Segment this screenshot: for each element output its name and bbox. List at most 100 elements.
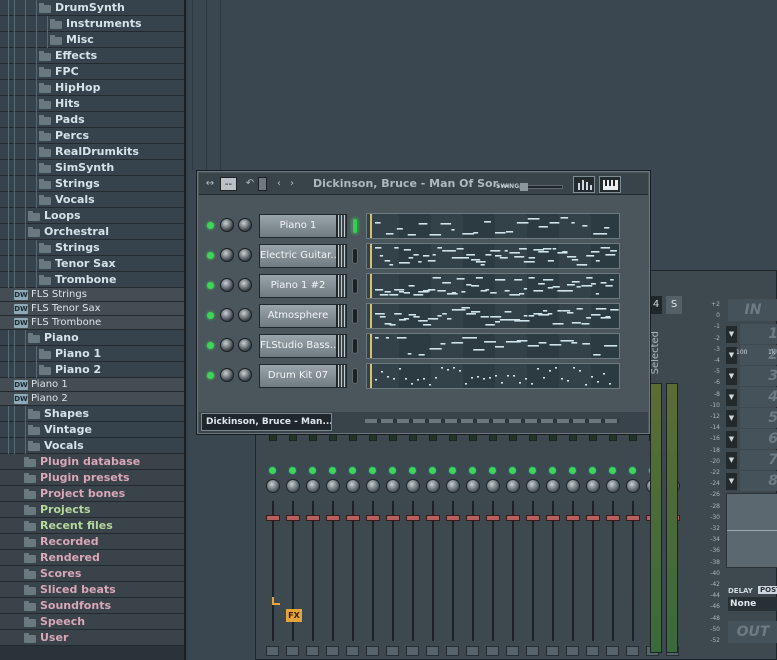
strip-volume-fader[interactable]: [526, 515, 540, 521]
save-icon[interactable]: [426, 646, 439, 656]
strip-enable-led[interactable]: [429, 467, 436, 474]
strip-volume-fader[interactable]: [566, 515, 580, 521]
channel-window-titlebar[interactable]: ↔ -- ↶ ‹ › Dickinson, Bruce - Man Of Sor…: [199, 173, 648, 195]
channel-mute-led[interactable]: [207, 342, 214, 349]
browser-item[interactable]: DW FLS Tenor Sax: [0, 302, 184, 316]
post-button[interactable]: POST: [758, 586, 777, 594]
strip-enable-led[interactable]: [329, 467, 336, 474]
strip-volume-fader[interactable]: [286, 515, 300, 521]
strip-pan-knob[interactable]: [506, 479, 520, 493]
channel-mute-led[interactable]: [207, 222, 214, 229]
browser-item[interactable]: Project bones: [0, 486, 184, 502]
strip-volume-fader[interactable]: [386, 515, 400, 521]
channel-grip[interactable]: [337, 244, 347, 268]
strip-pan-knob[interactable]: [306, 479, 320, 493]
channel-name-button[interactable]: Piano 1 #2: [259, 274, 337, 298]
save-icon[interactable]: [526, 646, 539, 656]
browser-item[interactable]: Pads: [0, 111, 184, 128]
strip-pan-knob[interactable]: [526, 479, 540, 493]
browser-item[interactable]: RealDrumkits: [0, 143, 184, 160]
chevron-down-icon[interactable]: ▼: [726, 326, 737, 343]
channel-pan-knob[interactable]: [220, 368, 234, 382]
eq-graph[interactable]: [726, 493, 777, 568]
channel-name-button[interactable]: Piano 1: [259, 214, 337, 238]
chevron-down-icon[interactable]: ▼: [726, 410, 737, 427]
channel-name-button[interactable]: Drum Kit 07: [259, 364, 337, 388]
channel-grip[interactable]: [337, 274, 347, 298]
strip-pan-knob[interactable]: [346, 479, 360, 493]
strip-enable-led[interactable]: [389, 467, 396, 474]
browser-item[interactable]: Piano 1: [0, 345, 184, 362]
channel-select-indicator[interactable]: [352, 218, 358, 234]
chevron-down-icon[interactable]: ▼: [726, 452, 737, 469]
channel-volume-knob[interactable]: [238, 218, 252, 232]
graph-editor-button[interactable]: [573, 176, 595, 193]
strip-pan-knob[interactable]: [626, 479, 640, 493]
mixer-solo-button[interactable]: S: [666, 296, 682, 314]
strip-volume-fader[interactable]: [306, 515, 320, 521]
insert-slot[interactable]: ▼1: [726, 324, 777, 344]
save-icon[interactable]: [606, 646, 619, 656]
piano-roll-preview[interactable]: [366, 243, 620, 269]
fx-tag[interactable]: FX: [286, 609, 302, 622]
strip-enable-led[interactable]: [549, 467, 556, 474]
save-icon[interactable]: [446, 646, 459, 656]
save-icon[interactable]: [386, 646, 399, 656]
strip-enable-led[interactable]: [569, 467, 576, 474]
strip-enable-led[interactable]: [409, 467, 416, 474]
browser-item[interactable]: Effects: [0, 47, 184, 64]
swing-slider[interactable]: [519, 183, 563, 191]
strip-volume-fader[interactable]: [346, 515, 360, 521]
browser-item[interactable]: User: [0, 630, 184, 646]
strip-enable-led[interactable]: [589, 467, 596, 474]
strip-pan-knob[interactable]: [566, 479, 580, 493]
strip-volume-fader[interactable]: [466, 515, 480, 521]
pattern-tab[interactable]: Dickinson, Bruce - Man...: [201, 413, 332, 431]
strip-enable-led[interactable]: [269, 467, 276, 474]
browser-item[interactable]: Scores: [0, 566, 184, 582]
browser-item[interactable]: Orchestral: [0, 223, 184, 240]
channel-volume-knob[interactable]: [238, 338, 252, 352]
strip-pan-knob[interactable]: [466, 479, 480, 493]
strip-enable-led[interactable]: [309, 467, 316, 474]
browser-item[interactable]: Vocals: [0, 437, 184, 454]
channel-name-button[interactable]: FLStudio Bass...: [259, 334, 337, 358]
browser-item[interactable]: Trombone: [0, 271, 184, 288]
browser-item[interactable]: Vintage: [0, 421, 184, 438]
strip-volume-fader[interactable]: [326, 515, 340, 521]
delay-select[interactable]: None: [728, 597, 777, 611]
browser-item[interactable]: Strings: [0, 239, 184, 256]
undo-icon[interactable]: ↶: [244, 177, 256, 191]
save-icon[interactable]: [266, 646, 279, 656]
minimize-button[interactable]: --: [220, 177, 237, 191]
strip-enable-led[interactable]: [629, 467, 636, 474]
browser-item[interactable]: Rendered: [0, 550, 184, 566]
strip-volume-fader[interactable]: [446, 515, 460, 521]
browser-item[interactable]: HipHop: [0, 79, 184, 96]
strip-enable-led[interactable]: [349, 467, 356, 474]
channel-volume-knob[interactable]: [238, 248, 252, 262]
chevron-down-icon[interactable]: ▼: [726, 431, 737, 448]
insert-slot[interactable]: ▼5: [726, 408, 777, 428]
browser-item[interactable]: DW Piano 2: [0, 392, 184, 406]
channel-grip[interactable]: [337, 364, 347, 388]
browser-item[interactable]: Plugin database: [0, 454, 184, 470]
save-icon[interactable]: [506, 646, 519, 656]
chevron-down-icon[interactable]: ▼: [726, 473, 737, 490]
strip-enable-led[interactable]: [289, 467, 296, 474]
insert-slot[interactable]: ▼4: [726, 387, 777, 407]
browser-item[interactable]: Sliced beats: [0, 582, 184, 598]
strip-enable-led[interactable]: [529, 467, 536, 474]
piano-roll-preview[interactable]: [366, 363, 620, 389]
browser-item[interactable]: Percs: [0, 127, 184, 144]
browser-item[interactable]: Shapes: [0, 405, 184, 422]
browser-item[interactable]: DrumSynth: [0, 0, 184, 16]
strip-pan-knob[interactable]: [446, 479, 460, 493]
channel-grip[interactable]: [337, 214, 347, 238]
piano-roll-preview[interactable]: [366, 333, 620, 359]
save-icon[interactable]: [366, 646, 379, 656]
browser-item[interactable]: Projects: [0, 502, 184, 518]
save-icon[interactable]: [306, 646, 319, 656]
save-icon[interactable]: [566, 646, 579, 656]
strip-enable-led[interactable]: [509, 467, 516, 474]
